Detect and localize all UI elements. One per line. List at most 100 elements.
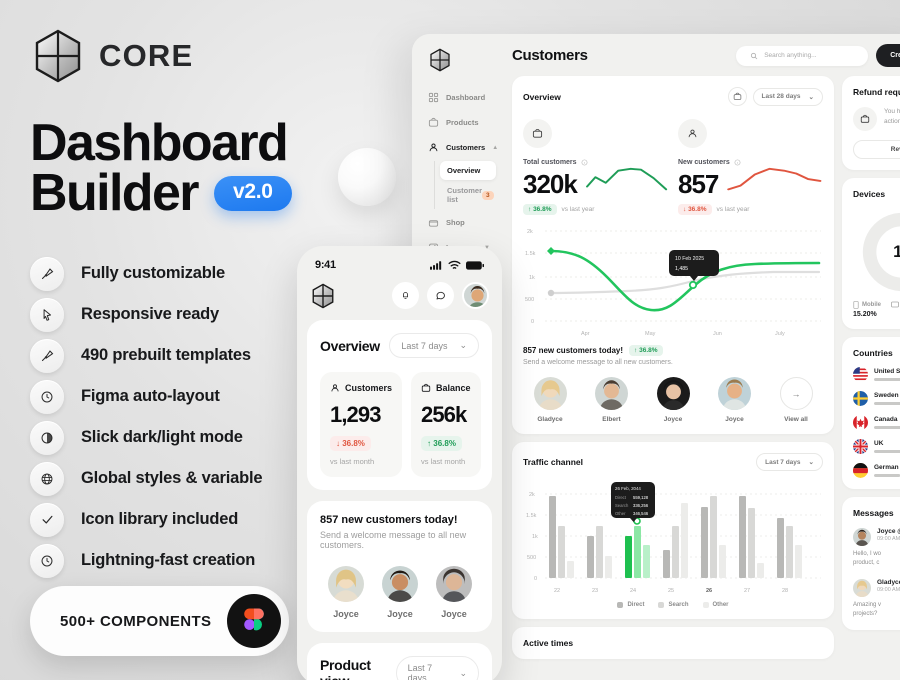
flag-de-icon <box>853 463 868 478</box>
avatar[interactable] <box>462 282 489 309</box>
svg-text:1k: 1k <box>529 275 535 281</box>
message-item[interactable]: Gladyce 09:00 AM <box>853 578 900 597</box>
search-input[interactable]: Search anything... <box>736 45 869 66</box>
avatar <box>853 578 871 597</box>
country-name: United St <box>874 368 900 375</box>
svg-text:Other: Other <box>615 511 626 516</box>
avatar-name: Joyce <box>333 609 359 619</box>
view-all-button[interactable]: → View all <box>773 377 819 423</box>
phone-product-date-range-select[interactable]: Last 7 days ⌄ <box>395 656 479 680</box>
chevron-down-icon: ⌄ <box>808 459 814 466</box>
avatar <box>436 566 472 602</box>
legend-label: Mobile <box>862 302 881 308</box>
avatar-item[interactable]: Joyce <box>382 566 418 619</box>
legend-swatch <box>617 602 624 608</box>
traffic-bar-chart: 2k 1.5k 1k 500 0 22 23 24 25 26 27 28 26… <box>523 480 823 598</box>
traffic-legend: Direct Search Other <box>523 602 823 608</box>
traffic-channel-card: Traffic channel Last 7 days ⌄ 2k 1.5k 1k… <box>512 442 834 619</box>
country-bar-fill <box>874 402 900 405</box>
check-icon <box>30 502 64 537</box>
user-icon <box>678 119 707 148</box>
user-icon <box>330 383 340 393</box>
stat-note: vs last month <box>330 457 375 466</box>
phone-overview-card: Overview Last 7 days ⌄ Customers 1,293 ↓… <box>307 320 492 490</box>
chat-icon-button[interactable] <box>427 282 454 309</box>
sidebar-item-customers[interactable]: Customers ▲ <box>422 136 498 159</box>
svg-text:27: 27 <box>744 588 750 594</box>
legend-item: Search <box>658 602 689 608</box>
avatar-item[interactable]: Gladyce <box>527 377 573 423</box>
sidebar-subitem-overview[interactable]: Overview <box>440 161 496 180</box>
svg-text:28: 28 <box>782 588 788 594</box>
sparkline-new-customers <box>727 167 822 191</box>
svg-text:0: 0 <box>531 319 534 325</box>
create-button[interactable]: Create <box>876 44 900 67</box>
avatar-item[interactable]: Joyce <box>436 566 472 619</box>
dashboard-right-column: Refund requests You have action. T Revie… <box>842 76 900 659</box>
svg-text:Apr: Apr <box>581 331 590 337</box>
phone-new-customers-card: 857 new customers today! Send a welcome … <box>307 501 492 632</box>
svg-text:10 Feb 2025: 10 Feb 2025 <box>675 256 704 262</box>
avatar <box>853 528 871 546</box>
traffic-date-range-select[interactable]: Last 7 days ⌄ <box>756 453 823 471</box>
sidebar-item-label: Products <box>446 118 479 127</box>
svg-text:22: 22 <box>554 588 560 594</box>
card-title: Active times <box>523 638 574 648</box>
legend-label: Search <box>668 602 689 608</box>
wifi-icon <box>448 260 461 270</box>
message-item[interactable]: Joyce @ 09:00 AM <box>853 528 900 546</box>
avatar-item[interactable]: Joyce <box>712 377 758 423</box>
sidebar-item-label: Shop <box>446 218 465 227</box>
bell-icon-button[interactable] <box>392 282 419 309</box>
country-row: Canada <box>853 415 900 430</box>
card-title: Refund requests <box>853 87 900 97</box>
desktop-icon <box>891 301 899 309</box>
info-icon[interactable] <box>734 159 741 166</box>
sidebar-item-dashboard[interactable]: Dashboard <box>422 86 496 109</box>
sidebar-item-products[interactable]: Products <box>422 111 496 134</box>
devices-donut-chart: 12 <box>853 207 900 297</box>
country-row: Sweden <box>853 391 900 406</box>
svg-text:May: May <box>645 331 656 337</box>
country-bar-fill <box>874 378 900 381</box>
review-button[interactable]: Review <box>853 140 900 159</box>
customers-line-chart: 2k 1.5k 1k 500 0 Apr May Jun July 10 Feb… <box>523 225 823 337</box>
country-bar-fill <box>874 474 900 477</box>
view-all-label: View all <box>784 416 808 423</box>
bar-chart-tooltip: 26 Feb, 2044 Direct 559,128 Search 336,2… <box>611 482 655 522</box>
legend-label: Other <box>712 602 729 608</box>
wallet-icon-button[interactable] <box>727 87 747 106</box>
svg-text:Search: Search <box>615 503 629 508</box>
avatar-item[interactable]: Elbert <box>589 377 635 423</box>
sidebar-subnav-customers: Overview Customer list 3 <box>434 161 496 209</box>
phone-stat-customers: Customers 1,293 ↓ 36.8% vs last month <box>320 372 403 477</box>
stat-delta-chip: ↑ 36.8% <box>421 436 462 451</box>
svg-text:2k: 2k <box>529 492 535 498</box>
stat-value: 320k <box>523 168 578 199</box>
date-range-value: Last 7 days <box>765 458 801 466</box>
card-title: Devices <box>853 189 886 199</box>
battery-icon <box>466 260 484 270</box>
message-line: product, c <box>853 560 880 567</box>
search-placeholder: Search anything... <box>764 52 817 59</box>
feature-label: Fully customizable <box>81 264 226 283</box>
countries-card: Countries United St Sweden Canada UK Ger… <box>842 337 900 489</box>
sidebar-subitem-customer-list[interactable]: Customer list 3 <box>440 181 496 209</box>
dashboard-center-column: Overview Last 28 days ⌄ Total customers … <box>512 76 834 659</box>
flag-se-icon <box>853 391 868 406</box>
avatar <box>328 566 364 602</box>
date-range-select[interactable]: Last 28 days ⌄ <box>752 87 823 106</box>
phone-stat-balance: Balance 256k ↑ 36.8% vs last month <box>411 372 481 477</box>
country-row: UK <box>853 439 900 454</box>
page-title: Dashboard Builder v2.0 <box>30 117 360 223</box>
pen-nib-icon <box>30 338 64 373</box>
avatar-item[interactable]: Joyce <box>328 566 364 619</box>
flag-gb-icon <box>853 439 868 454</box>
new-customers-subtext: Send a welcome message to all new custom… <box>523 359 673 366</box>
wallet-icon <box>421 383 431 393</box>
avatar-item[interactable]: Joyce <box>650 377 696 423</box>
info-icon[interactable] <box>581 159 588 166</box>
headline-line2: Builder <box>30 164 200 223</box>
phone-date-range-select[interactable]: Last 7 days ⌄ <box>389 333 479 358</box>
sidebar-item-shop[interactable]: Shop <box>422 211 496 234</box>
